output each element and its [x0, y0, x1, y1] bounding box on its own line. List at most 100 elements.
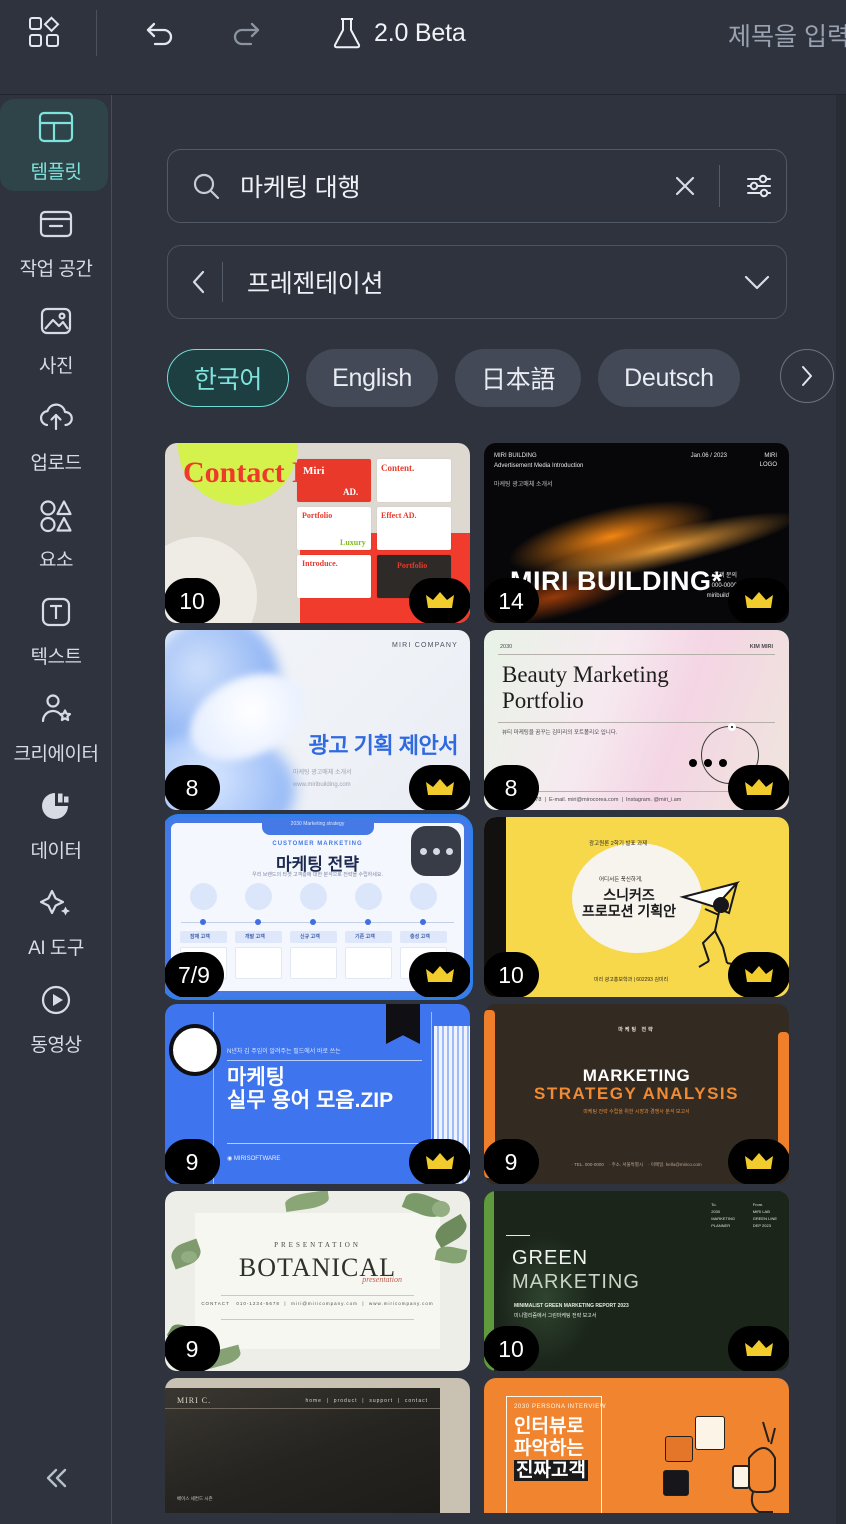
thumb-title: 광고 기획 제안서 [308, 733, 459, 758]
page-count-badge: 10 [165, 578, 220, 623]
close-x-icon[interactable] [663, 173, 707, 199]
search-input[interactable]: 마케팅 대행 [240, 168, 663, 204]
sidebar-item-ai-tools[interactable]: AI 도구 [0, 871, 112, 968]
panel-right-edge [836, 95, 846, 1524]
creator-person-icon [37, 686, 75, 732]
thumb-title: MIRI [177, 1510, 234, 1513]
collapse-sidebar-button[interactable] [0, 1440, 112, 1520]
page-count-badge: 9 [165, 1326, 220, 1371]
chip-deutsch[interactable]: Deutsch [598, 349, 740, 407]
template-panel: 마케팅 대행 프레젠테이션 한국어 English 日本語 Deutsch Co… [113, 95, 846, 1524]
premium-crown-badge [728, 1326, 789, 1371]
template-card-marketing-strategy[interactable]: 2030 Marketing strategy CUSTOMER MARKETI… [165, 814, 473, 1000]
flask-icon [331, 16, 363, 50]
document-title[interactable]: 제목을 입력 [728, 17, 846, 53]
cloud-upload-icon [36, 395, 76, 441]
more-dots-icon[interactable] [411, 826, 461, 876]
search-divider [719, 165, 720, 207]
template-card-sneakers-promotion[interactable]: 광고원론 2학기 발표 과제 어디서든 푹신하게, 스니커즈 프로모션 기획안 미… [484, 817, 789, 997]
layout-template-icon [36, 104, 76, 150]
sparkle-icon [37, 880, 75, 926]
sidebar-label-photo: 사진 [39, 355, 73, 377]
sidebar-item-workspace[interactable]: 작업 공간 [0, 192, 112, 289]
sidebar-item-data[interactable]: 데이터 [0, 774, 112, 871]
template-card-miri-c-lookbook[interactable]: MIRI C. home | product | support | conta… [165, 1378, 470, 1513]
premium-crown-badge [409, 578, 470, 623]
text-t-icon [37, 589, 75, 635]
sidebar-label-ai-tools: AI 도구 [28, 937, 84, 959]
chip-japanese[interactable]: 日本語 [455, 349, 582, 407]
page-count-badge: 8 [484, 765, 539, 810]
template-card-beauty-marketing-portfolio[interactable]: 2030 KIM MIRI Beauty Marketing Portfolio … [484, 630, 789, 810]
beta-label: 2.0 Beta [374, 18, 466, 47]
category-label: 프레젠테이션 [247, 270, 384, 298]
sidebar-item-creator[interactable]: 크리에이터 [0, 677, 112, 774]
page-count-badge: 10 [484, 1326, 539, 1371]
sidebar-label-template: 템플릿 [30, 161, 82, 183]
template-card-ad-plan-proposal[interactable]: MIRI COMPANY 광고 기획 제안서 마케팅 광고매체 소개서 www.… [165, 630, 470, 810]
play-circle-icon [37, 977, 75, 1023]
template-grid: Contact Here. Miri AD. Content. Portfoli… [165, 443, 827, 1513]
page-count-badge: 7/9 [165, 952, 224, 997]
thumb-title: 인터뷰로 파악하는 진짜고객 [514, 1416, 588, 1481]
template-card-contact-here[interactable]: Contact Here. Miri AD. Content. Portfoli… [165, 443, 470, 623]
page-count-badge: 10 [484, 952, 539, 997]
sidebar-label-workspace: 작업 공간 [19, 258, 93, 280]
template-card-botanical-presentation[interactable]: PRESENTATION BOTANICAL presentation CONT… [165, 1191, 470, 1371]
premium-crown-badge [728, 765, 789, 810]
premium-crown-badge [728, 578, 789, 623]
sidebar-item-text[interactable]: 텍스트 [0, 580, 112, 677]
redo-arrow-icon[interactable] [223, 10, 269, 56]
left-sidebar: 템플릿 작업 공간 사진 업로드 요소 텍스트 크리에이터 데이터 AI 도구 … [0, 95, 112, 1524]
template-thumbnail: MIRI C. home | product | support | conta… [165, 1378, 470, 1513]
premium-crown-badge [728, 1139, 789, 1184]
thumb-title: 마케팅 실무 용어 모음.ZIP [227, 1066, 394, 1112]
beta-badge[interactable]: 2.0 Beta [331, 16, 466, 50]
sidebar-item-elements[interactable]: 요소 [0, 483, 112, 580]
pie-chart-icon [37, 783, 75, 829]
language-filter-chips: 한국어 English 日本語 Deutsch [167, 347, 846, 409]
premium-crown-badge [409, 952, 470, 997]
thumb-title: MIRI BUILDING* [510, 566, 723, 596]
chip-korean[interactable]: 한국어 [167, 349, 290, 407]
chevron-left-icon[interactable] [176, 267, 222, 297]
template-card-miri-building[interactable]: MIRI BUILDING Advertisement Media Introd… [484, 443, 789, 623]
thumb-title: Beauty Marketing Portfolio [502, 662, 669, 713]
undo-arrow-icon[interactable] [137, 10, 183, 56]
premium-crown-badge [728, 952, 789, 997]
category-selector[interactable]: 프레젠테이션 [167, 245, 787, 319]
sidebar-label-elements: 요소 [39, 549, 73, 571]
template-card-marketing-strategy-analysis[interactable]: 마케팅 전략 MARKETING STRATEGY ANALYSIS 마케팅 전… [484, 1004, 789, 1184]
sidebar-label-creator: 크리에이터 [13, 743, 99, 765]
sidebar-label-data: 데이터 [30, 840, 82, 862]
template-thumbnail: 2030 PERSONA INTERVIEW 인터뷰로파악하는진짜고객 우리 서… [484, 1378, 789, 1513]
chevron-right-icon[interactable] [780, 349, 834, 403]
shapes-icon [36, 492, 76, 538]
thumb-title: 스니커즈 프로모션 기획안 [582, 887, 677, 919]
search-bar[interactable]: 마케팅 대행 [167, 149, 787, 223]
premium-crown-badge [409, 765, 470, 810]
page-count-badge: 9 [484, 1139, 539, 1184]
sidebar-item-photo[interactable]: 사진 [0, 289, 112, 386]
filter-sliders-icon[interactable] [732, 171, 786, 201]
top-toolbar: 2.0 Beta 제목을 입력 [0, 0, 846, 95]
template-card-green-marketing[interactable]: GREEN MARKETING MINIMALIST GREEN MARKETI… [484, 1191, 789, 1371]
chip-english[interactable]: English [306, 349, 439, 407]
thumb-title: STRATEGY ANALYSIS [534, 1084, 739, 1103]
page-count-badge: 8 [165, 765, 220, 810]
chevron-down-icon[interactable] [728, 270, 786, 294]
image-icon [37, 298, 75, 344]
template-browser-screen: 2.0 Beta 제목을 입력 템플릿 작업 공간 사진 업로드 요소 텍스트 … [0, 0, 846, 1524]
sidebar-item-video[interactable]: 동영상 [0, 968, 112, 1065]
sidebar-label-text: 텍스트 [30, 646, 82, 668]
category-divider [222, 262, 223, 302]
template-card-marketing-terms-zip[interactable]: N년차 김 주임이 알려주는 필드에서 바로 쓰는 마케팅 실무 용어 모음.ZI… [165, 1004, 470, 1184]
template-card-persona-interview[interactable]: 2030 PERSONA INTERVIEW 인터뷰로파악하는진짜고객 우리 서… [484, 1378, 789, 1513]
double-chevron-left-icon [37, 1459, 75, 1502]
grid-apps-icon[interactable] [22, 10, 68, 56]
toolbar-divider [96, 10, 97, 56]
sidebar-item-upload[interactable]: 업로드 [0, 386, 112, 483]
premium-crown-badge [409, 1139, 470, 1184]
sidebar-item-template[interactable]: 템플릿 [0, 95, 112, 192]
sidebar-label-video: 동영상 [30, 1034, 82, 1056]
